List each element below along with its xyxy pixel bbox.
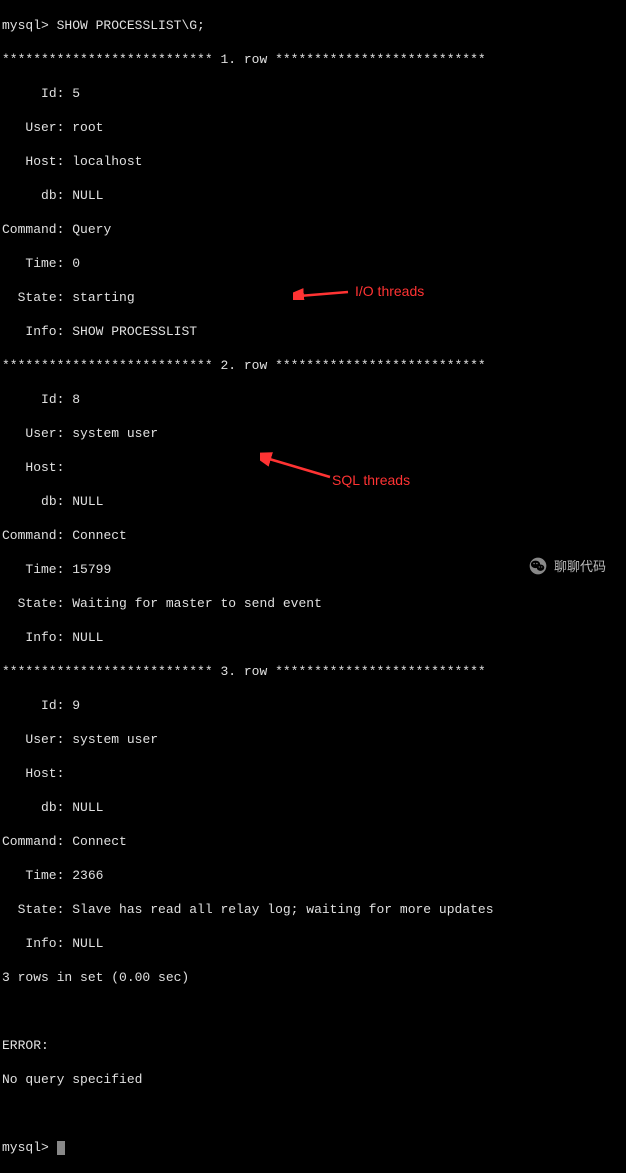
field-row: Command: Connect	[2, 833, 624, 850]
field-row: Host: localhost	[2, 153, 624, 170]
prompt: mysql>	[2, 1140, 49, 1155]
error-text: No query specified	[2, 1071, 624, 1088]
watermark: 聊聊代码	[528, 556, 606, 576]
annotation-io-threads: I/O threads	[355, 283, 424, 300]
field-row: db: NULL	[2, 187, 624, 204]
wechat-icon	[528, 556, 548, 576]
field-row: User: system user	[2, 731, 624, 748]
field-row: Info: NULL	[2, 935, 624, 952]
field-row: Command: Connect	[2, 527, 624, 544]
field-row: Host:	[2, 765, 624, 782]
summary-line: 3 rows in set (0.00 sec)	[2, 969, 624, 986]
field-row: db: NULL	[2, 493, 624, 510]
cursor-icon	[57, 1141, 65, 1155]
prompt: mysql>	[2, 18, 49, 33]
arrow-icon	[260, 452, 335, 482]
field-row: Id: 5	[2, 85, 624, 102]
field-row: Command: Query	[2, 221, 624, 238]
error-label: ERROR:	[2, 1037, 624, 1054]
field-row: State: Slave has read all relay log; wai…	[2, 901, 624, 918]
field-row: User: root	[2, 119, 624, 136]
arrow-icon	[293, 272, 351, 300]
field-row: Id: 9	[2, 697, 624, 714]
watermark-text: 聊聊代码	[554, 558, 606, 575]
command-text: SHOW PROCESSLIST\G;	[57, 18, 205, 33]
annotation-sql-threads: SQL threads	[332, 472, 410, 489]
field-row: db: NULL	[2, 799, 624, 816]
field-row: Info: SHOW PROCESSLIST	[2, 323, 624, 340]
field-row: State: Waiting for master to send event	[2, 595, 624, 612]
field-row: Id: 8	[2, 391, 624, 408]
field-row: Info: NULL	[2, 629, 624, 646]
terminal-output: mysql> SHOW PROCESSLIST\G; *************…	[0, 0, 626, 1173]
field-row: Time: 2366	[2, 867, 624, 884]
field-row: User: system user	[2, 425, 624, 442]
field-row: Time: 0	[2, 255, 624, 272]
